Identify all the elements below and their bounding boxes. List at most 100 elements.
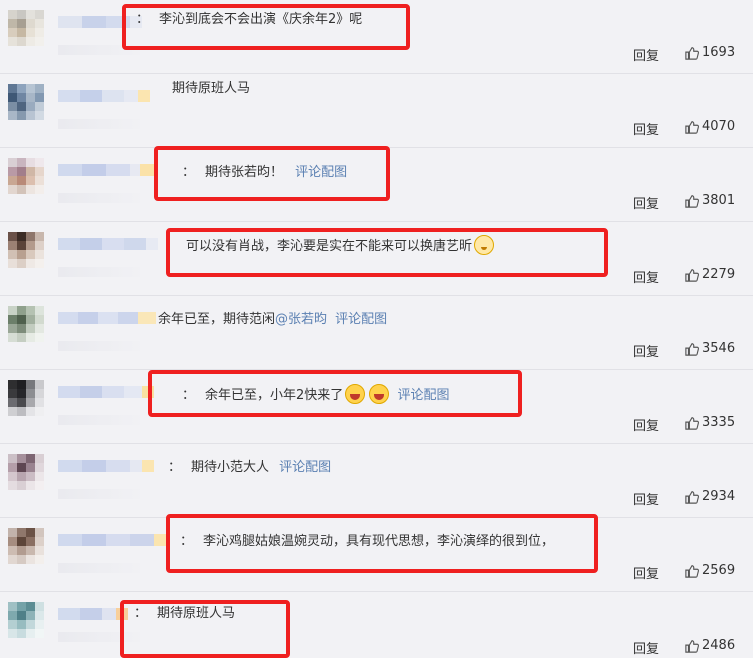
like-button[interactable]: 1693 bbox=[685, 45, 735, 60]
comment-text: 余年已至，期待范闲@张若昀 评论配图 bbox=[158, 310, 387, 330]
comment-text: 可以没有肖战，李沁要是实在不能来可以换唐艺昕 bbox=[186, 235, 496, 257]
comment-text: ： 期待张若昀！ 评论配图 bbox=[182, 163, 347, 183]
comment-body: 李沁鸡腿姑娘温婉灵动，具有现代思想，李沁演绎的很到位， bbox=[203, 534, 555, 549]
thumbs-up-icon bbox=[685, 342, 699, 356]
comment-separator: ： bbox=[136, 12, 150, 27]
avatar[interactable] bbox=[8, 602, 44, 638]
like-button[interactable]: 2569 bbox=[685, 563, 735, 578]
comment-text: ： 余年已至，小年2快来了 评论配图 bbox=[182, 384, 449, 406]
username-subline bbox=[58, 489, 140, 499]
reply-button[interactable]: 回复 bbox=[633, 489, 659, 508]
thumbs-up-icon bbox=[685, 416, 699, 430]
like-count: 3801 bbox=[702, 193, 736, 208]
username-blurred[interactable] bbox=[58, 607, 128, 621]
comment-row: ： 期待原班人马 回复 2486 bbox=[0, 592, 753, 658]
laughing-face-icon bbox=[345, 384, 366, 404]
comment-row: 期待原班人马 回复 4070 bbox=[0, 74, 753, 148]
thumbs-up-icon bbox=[685, 46, 699, 60]
like-button[interactable]: 3335 bbox=[685, 415, 735, 430]
comment-row: ： 期待张若昀！ 评论配图 回复 3801 bbox=[0, 148, 753, 222]
avatar[interactable] bbox=[8, 454, 44, 490]
username-blurred[interactable] bbox=[58, 385, 154, 399]
comment-separator: ： bbox=[182, 165, 196, 180]
username-blurred[interactable] bbox=[58, 89, 150, 103]
like-count: 2279 bbox=[702, 267, 736, 282]
username-blurred[interactable] bbox=[58, 533, 166, 547]
comment-body: 余年已至，期待范闲 bbox=[158, 312, 276, 327]
comment-list: ： 李沁到底会不会出演《庆余年2》呢 回复 1693 期待原班人马 回复 4070 bbox=[0, 0, 753, 658]
username-blurred[interactable] bbox=[58, 311, 156, 325]
comment-image-link[interactable]: 评论配图 bbox=[295, 165, 347, 180]
comment-image-link[interactable]: 评论配图 bbox=[335, 312, 387, 327]
thumbs-up-icon bbox=[685, 490, 699, 504]
like-button[interactable]: 3546 bbox=[685, 341, 735, 356]
comment-separator: ： bbox=[182, 388, 196, 403]
like-button[interactable]: 4070 bbox=[685, 119, 735, 134]
like-button[interactable]: 3801 bbox=[685, 193, 735, 208]
comment-row: 可以没有肖战，李沁要是实在不能来可以换唐艺昕 回复 2279 bbox=[0, 222, 753, 296]
comment-separator: ： bbox=[168, 460, 182, 475]
like-button[interactable]: 2934 bbox=[685, 489, 735, 504]
avatar[interactable] bbox=[8, 232, 44, 268]
like-count: 2569 bbox=[702, 563, 736, 578]
comment-row: ： 期待小范大人 评论配图 回复 2934 bbox=[0, 444, 753, 518]
like-count: 3335 bbox=[702, 415, 736, 430]
username-subline bbox=[58, 632, 140, 642]
reply-button[interactable]: 回复 bbox=[633, 193, 659, 212]
reply-button[interactable]: 回复 bbox=[633, 119, 659, 138]
comment-row: ： 李沁到底会不会出演《庆余年2》呢 回复 1693 bbox=[0, 0, 753, 74]
comment-text: ： 李沁鸡腿姑娘温婉灵动，具有现代思想，李沁演绎的很到位， bbox=[180, 532, 554, 552]
username-blurred[interactable] bbox=[58, 237, 158, 251]
username-blurred[interactable] bbox=[58, 15, 142, 29]
username-subline bbox=[58, 193, 140, 203]
like-count: 1693 bbox=[702, 45, 736, 60]
reply-button[interactable]: 回复 bbox=[633, 267, 659, 286]
comment-body: 期待张若昀！ bbox=[205, 165, 284, 180]
laughing-face-icon bbox=[369, 384, 390, 404]
comment-body: 期待小范大人 bbox=[191, 460, 270, 475]
comment-body: 期待原班人马 bbox=[157, 606, 236, 621]
like-button[interactable]: 2279 bbox=[685, 267, 735, 282]
comment-text: ： 期待小范大人 评论配图 bbox=[168, 458, 331, 478]
comment-row: ： 余年已至，小年2快来了 评论配图 回复 3335 bbox=[0, 370, 753, 444]
avatar[interactable] bbox=[8, 84, 44, 120]
avatar[interactable] bbox=[8, 158, 44, 194]
avatar[interactable] bbox=[8, 306, 44, 342]
like-count: 3546 bbox=[702, 341, 736, 356]
comment-body: 期待原班人马 bbox=[172, 81, 251, 96]
username-blurred[interactable] bbox=[58, 163, 154, 177]
comment-text: ： 期待原班人马 bbox=[134, 604, 235, 624]
username-subline bbox=[58, 119, 140, 129]
avatar[interactable] bbox=[8, 10, 44, 46]
reply-button[interactable]: 回复 bbox=[633, 415, 659, 434]
thumbs-up-icon bbox=[685, 120, 699, 134]
comment-separator: ： bbox=[180, 534, 194, 549]
comment-image-link[interactable]: 评论配图 bbox=[397, 388, 449, 403]
avatar[interactable] bbox=[8, 528, 44, 564]
like-button[interactable]: 2486 bbox=[685, 638, 735, 653]
avatar[interactable] bbox=[8, 380, 44, 416]
thumbs-up-icon bbox=[685, 194, 699, 208]
like-count: 2486 bbox=[702, 638, 736, 653]
comment-body: 余年已至，小年2快来了 bbox=[205, 388, 344, 403]
thumbs-up-icon bbox=[685, 268, 699, 282]
reply-button[interactable]: 回复 bbox=[633, 45, 659, 64]
username-subline bbox=[58, 341, 140, 351]
emoji-icon bbox=[474, 235, 495, 255]
comment-text: 期待原班人马 bbox=[172, 79, 250, 99]
comment-image-link[interactable]: 评论配图 bbox=[279, 460, 331, 475]
mention-link[interactable]: @张若昀 bbox=[275, 312, 327, 327]
username-blurred[interactable] bbox=[58, 459, 154, 473]
username-subline bbox=[58, 267, 140, 277]
reply-button[interactable]: 回复 bbox=[633, 341, 659, 360]
username-subline bbox=[58, 415, 140, 425]
reply-button[interactable]: 回复 bbox=[633, 638, 659, 657]
comment-row: ： 李沁鸡腿姑娘温婉灵动，具有现代思想，李沁演绎的很到位， 回复 2569 bbox=[0, 518, 753, 592]
comment-body: 李沁到底会不会出演《庆余年2》呢 bbox=[159, 12, 363, 27]
comment-separator: ： bbox=[134, 606, 148, 621]
username-subline bbox=[58, 563, 140, 573]
comment-text: ： 李沁到底会不会出演《庆余年2》呢 bbox=[136, 10, 362, 30]
thumbs-up-icon bbox=[685, 639, 699, 653]
reply-button[interactable]: 回复 bbox=[633, 563, 659, 582]
comment-body: 可以没有肖战，李沁要是实在不能来可以换唐艺昕 bbox=[186, 239, 473, 254]
